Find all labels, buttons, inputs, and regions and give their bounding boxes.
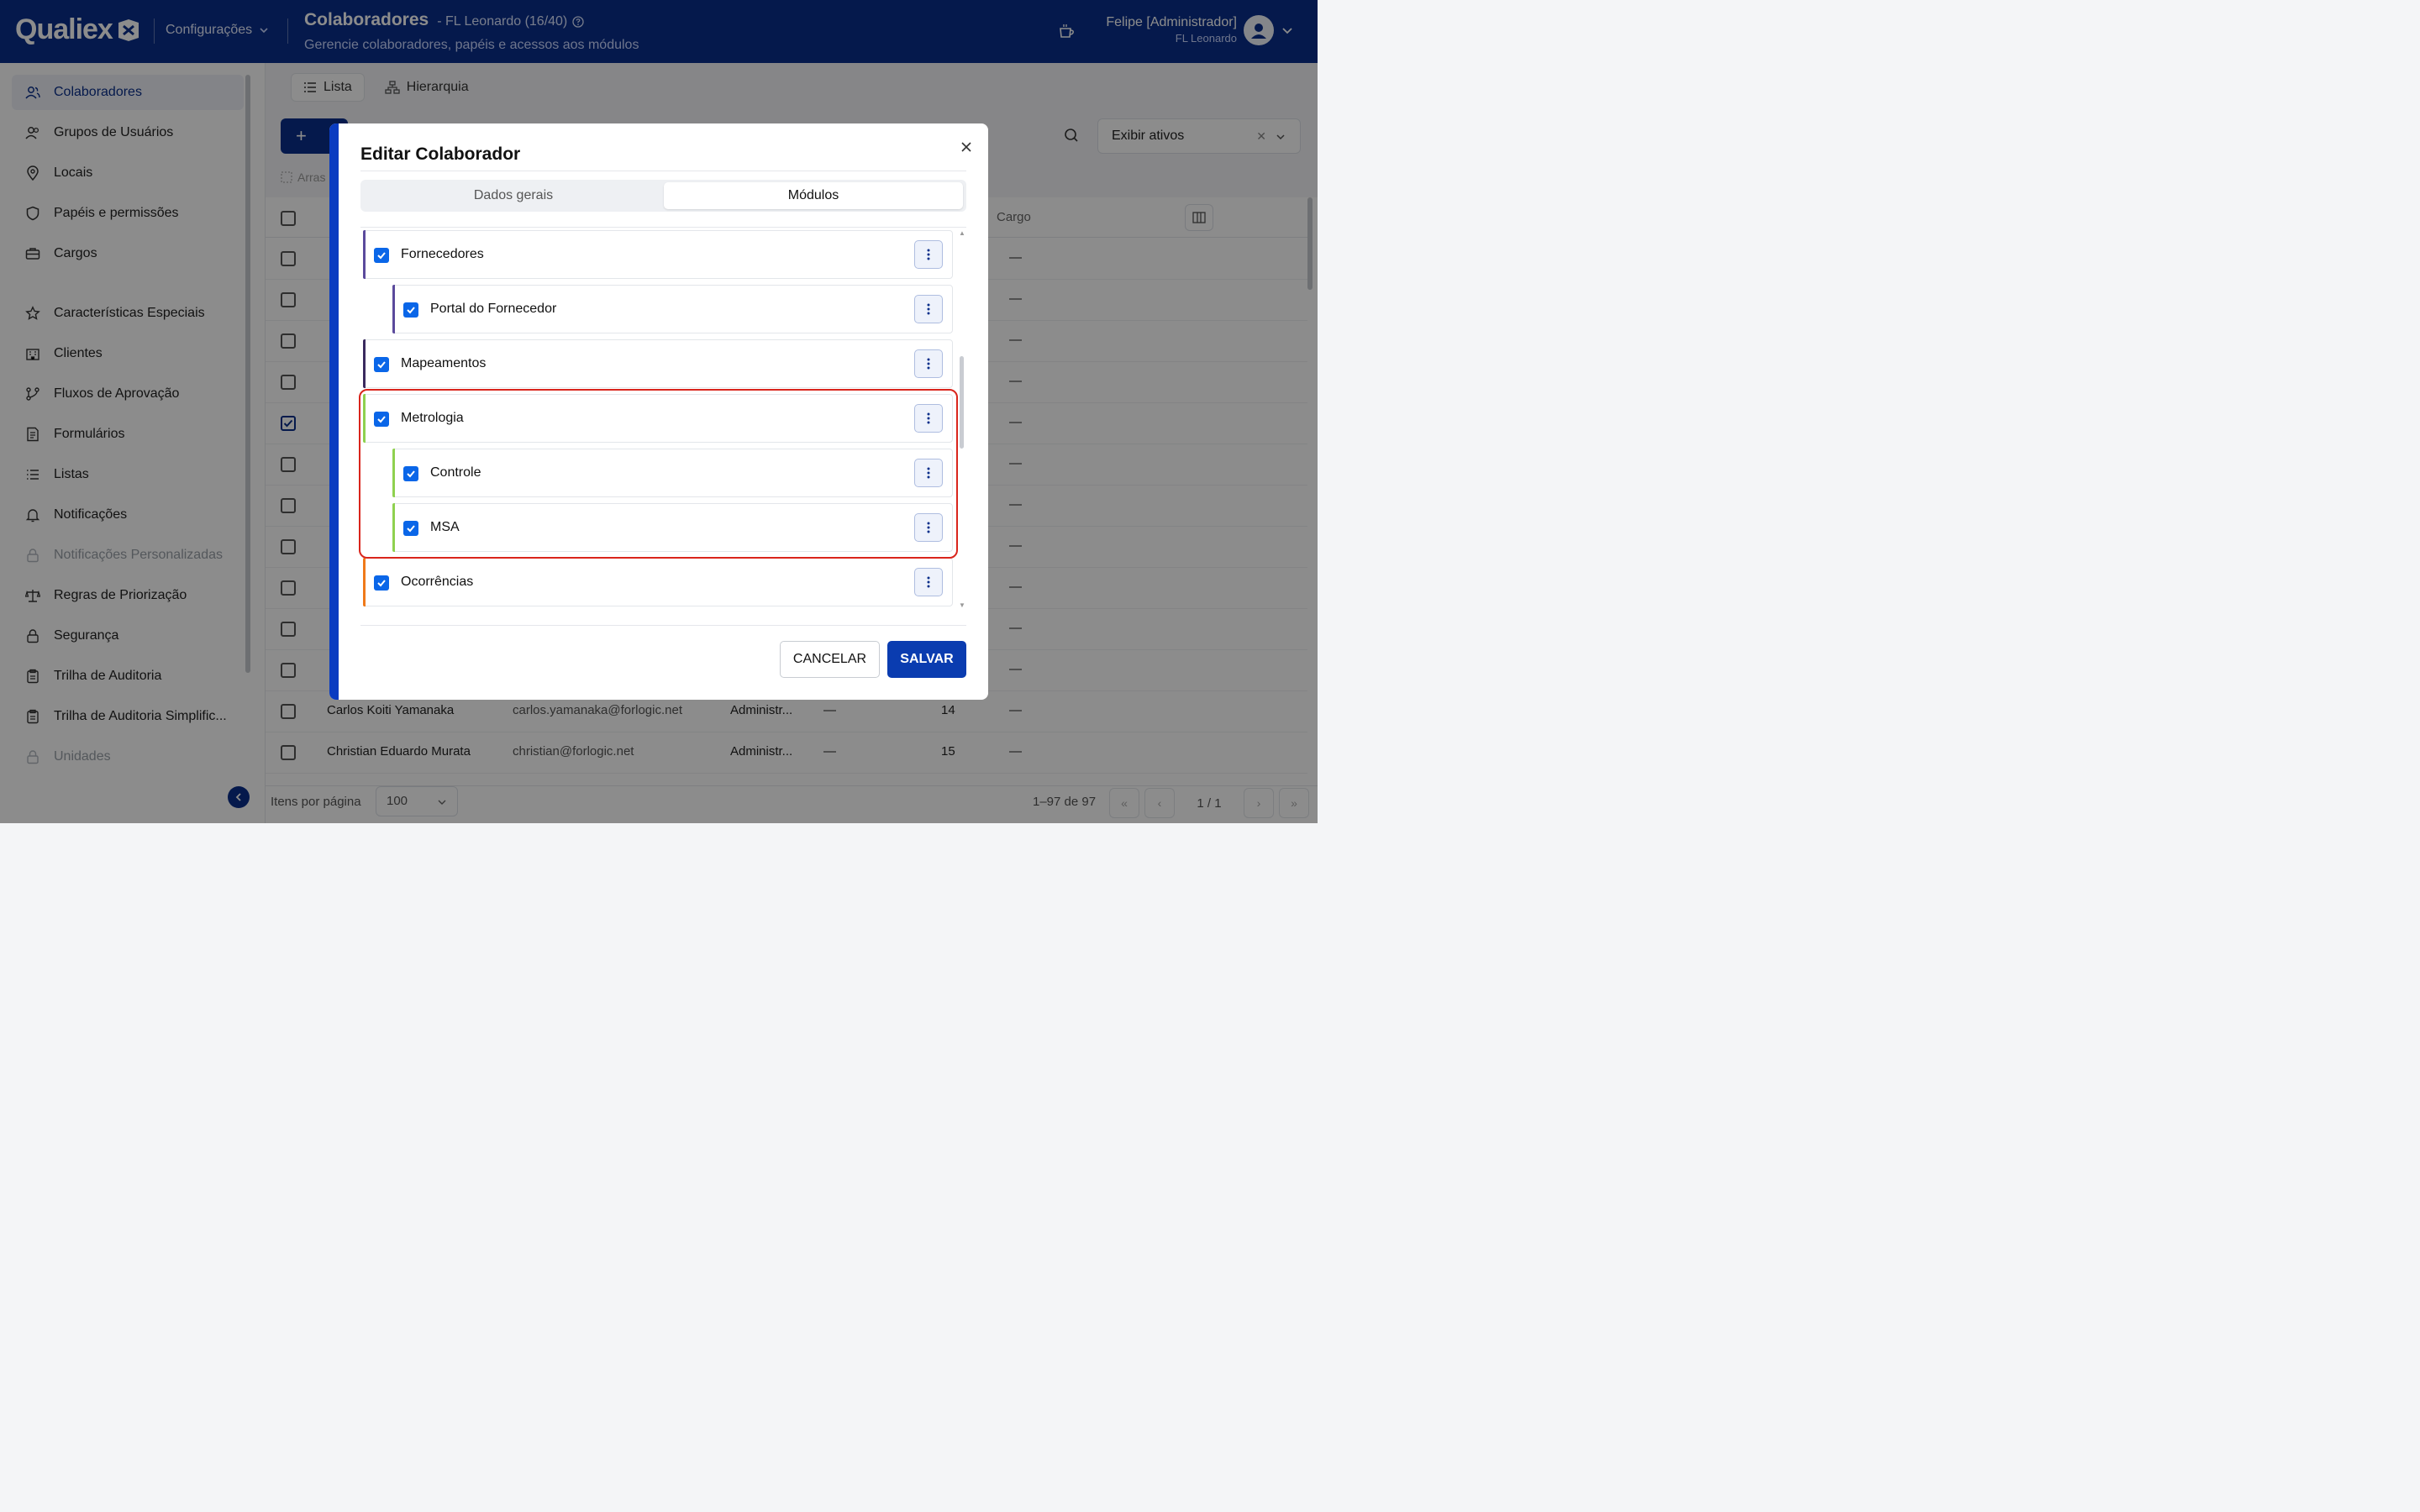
- kebab-menu-icon: [927, 576, 930, 588]
- module-label: Ocorrências: [401, 575, 474, 589]
- module-color-bar: [363, 558, 366, 606]
- kebab-menu-icon: [927, 249, 930, 260]
- kebab-menu-icon: [927, 303, 930, 315]
- modules-scrollbar[interactable]: [960, 356, 964, 449]
- check-icon: [377, 361, 386, 369]
- edit-collaborator-modal: Editar Colaborador Dados gerais Módulos …: [329, 123, 988, 700]
- module-row-portal-do-fornecedor[interactable]: Portal do Fornecedor: [392, 285, 953, 333]
- module-row-mapeamentos[interactable]: Mapeamentos: [363, 339, 953, 388]
- module-checkbox[interactable]: [374, 248, 389, 263]
- module-color-bar: [392, 285, 395, 333]
- save-button[interactable]: SALVAR: [887, 641, 966, 678]
- module-options-button[interactable]: [914, 240, 943, 269]
- check-icon: [377, 580, 386, 587]
- module-checkbox[interactable]: [403, 302, 418, 318]
- modal-accent-bar: [329, 123, 339, 700]
- tab-modulos[interactable]: Módulos: [664, 182, 963, 209]
- close-button[interactable]: [958, 139, 975, 155]
- module-options-button[interactable]: [914, 349, 943, 378]
- module-color-bar: [363, 230, 366, 279]
- kebab-menu-icon: [927, 358, 930, 370]
- module-color-bar: [363, 339, 366, 388]
- module-checkbox[interactable]: [374, 357, 389, 372]
- module-checkbox[interactable]: [374, 575, 389, 591]
- module-label: Mapeamentos: [401, 356, 487, 370]
- scroll-down-arrow-icon[interactable]: ▼: [959, 601, 965, 609]
- scroll-up-arrow-icon[interactable]: ▲: [959, 229, 965, 237]
- module-row-ocorrencias[interactable]: Ocorrências: [363, 558, 953, 606]
- divider: [360, 227, 966, 228]
- cancel-button[interactable]: CANCELAR: [780, 641, 880, 678]
- close-icon: [961, 142, 971, 152]
- check-icon: [407, 307, 415, 314]
- tab-dados-gerais[interactable]: Dados gerais: [364, 182, 663, 209]
- module-label: Fornecedores: [401, 247, 484, 261]
- highlight-box: [359, 389, 958, 559]
- modal-tabs: Dados gerais Módulos: [360, 180, 966, 212]
- modal-title: Editar Colaborador: [360, 144, 521, 164]
- module-options-button[interactable]: [914, 568, 943, 596]
- divider: [360, 625, 966, 626]
- module-label: Portal do Fornecedor: [430, 302, 557, 316]
- check-icon: [377, 252, 386, 260]
- module-row-fornecedores[interactable]: Fornecedores: [363, 230, 953, 279]
- module-options-button[interactable]: [914, 295, 943, 323]
